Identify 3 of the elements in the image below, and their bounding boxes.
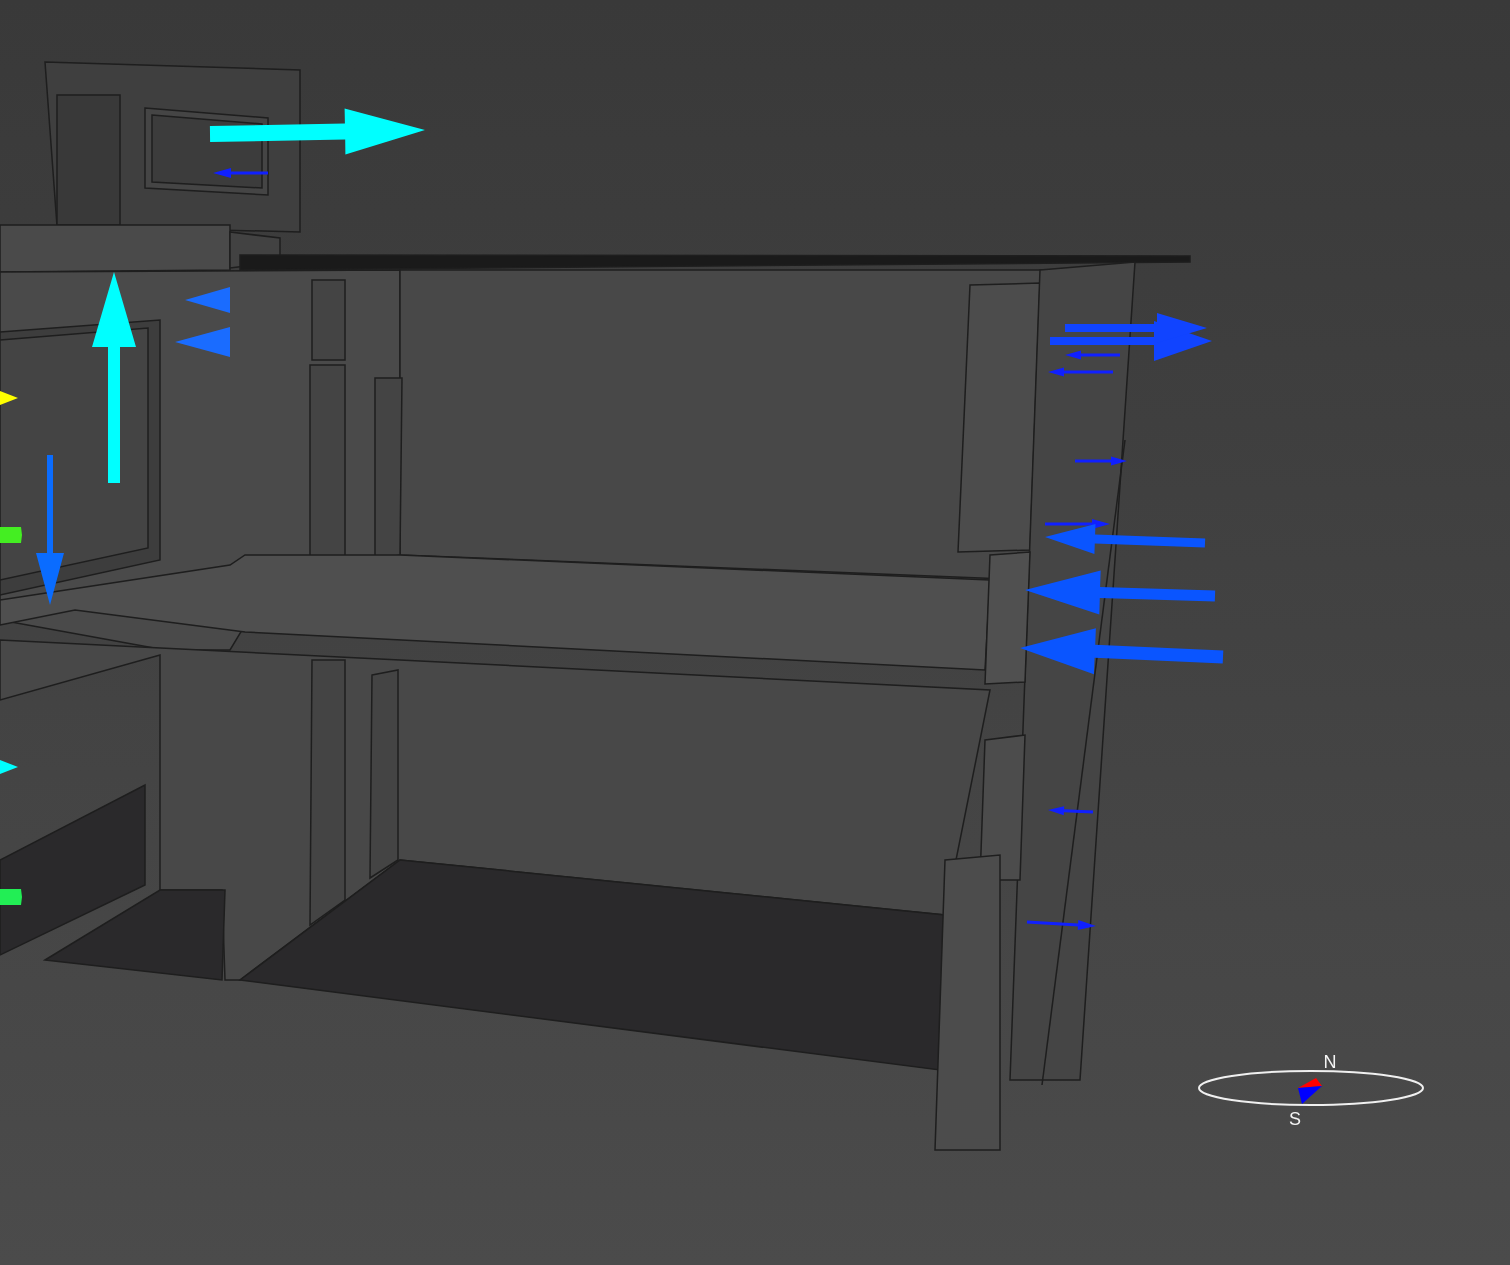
- compass-north-label: N: [1323, 1052, 1337, 1072]
- compass-south-label: S: [1289, 1109, 1301, 1129]
- compass-icon: [1198, 1070, 1424, 1106]
